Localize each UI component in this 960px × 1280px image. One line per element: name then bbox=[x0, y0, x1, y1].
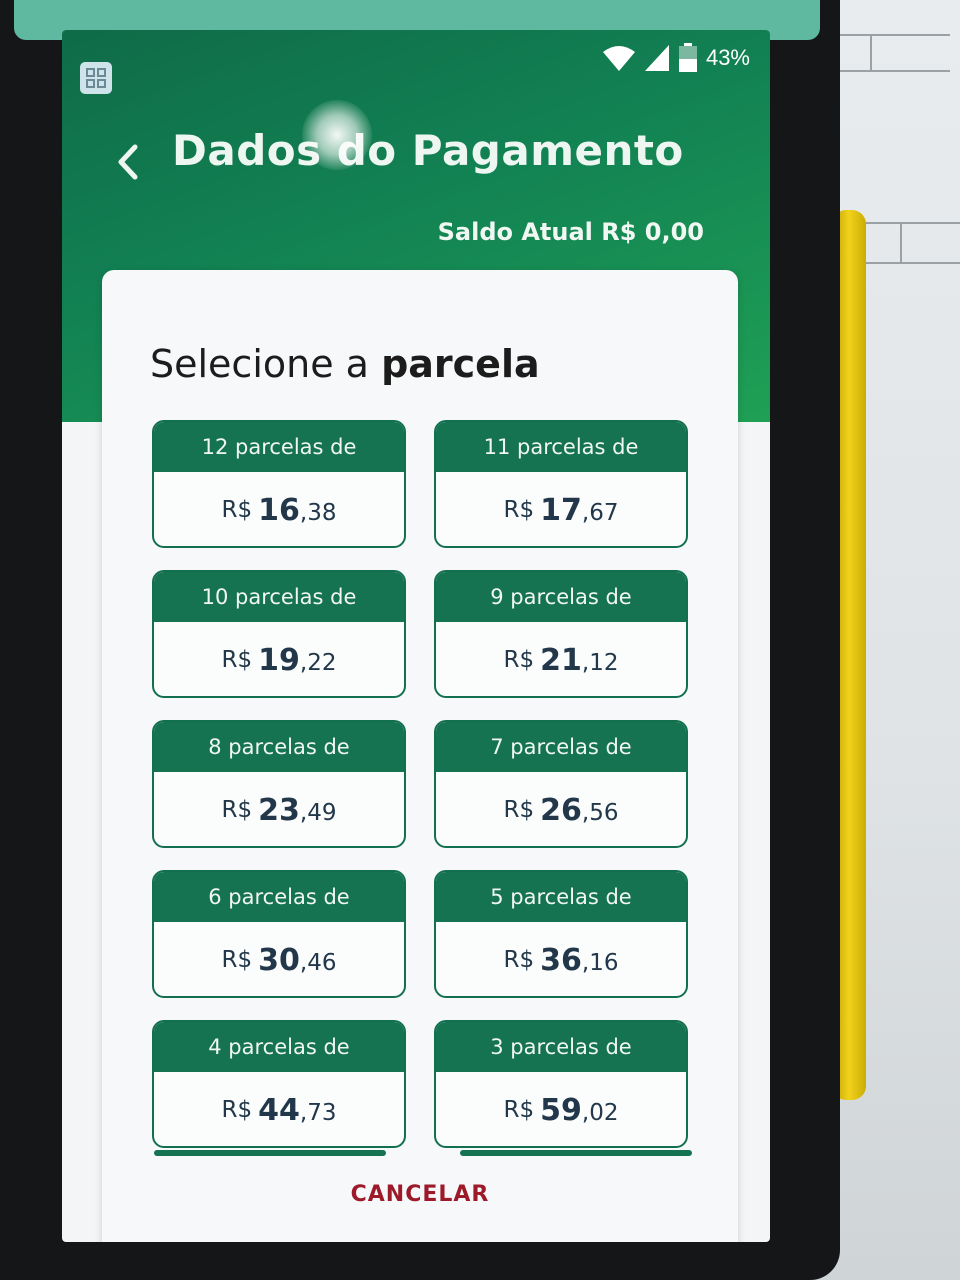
installment-option-10[interactable]: 10 parcelas de R$ 19,22 bbox=[152, 570, 406, 698]
option-cents: ,56 bbox=[581, 799, 619, 826]
option-integer: 59 bbox=[540, 1092, 582, 1128]
card-title-emphasis: parcela bbox=[381, 342, 540, 386]
status-bar: 43% bbox=[602, 43, 750, 72]
option-value: R$ 36,16 bbox=[436, 922, 686, 996]
installment-option-3[interactable]: 3 parcelas de R$ 59,02 bbox=[434, 1020, 688, 1148]
option-currency: R$ bbox=[221, 497, 253, 523]
option-currency: R$ bbox=[221, 797, 253, 823]
installment-option-4[interactable]: 4 parcelas de R$ 44,73 bbox=[152, 1020, 406, 1148]
option-integer: 17 bbox=[540, 492, 582, 528]
option-integer: 26 bbox=[540, 792, 582, 828]
option-label: 3 parcelas de bbox=[436, 1022, 686, 1072]
option-value: R$ 59,02 bbox=[436, 1072, 686, 1146]
installment-option-11[interactable]: 11 parcelas de R$ 17,67 bbox=[434, 420, 688, 548]
option-cents: ,67 bbox=[581, 499, 619, 526]
paper-rule bbox=[830, 70, 950, 72]
card-title-prefix: Selecione a bbox=[150, 342, 369, 386]
option-cents: ,46 bbox=[299, 949, 337, 976]
option-currency: R$ bbox=[221, 1097, 253, 1123]
option-cents: ,49 bbox=[299, 799, 337, 826]
option-label: 8 parcelas de bbox=[154, 722, 404, 772]
option-label: 11 parcelas de bbox=[436, 422, 686, 472]
option-label: 7 parcelas de bbox=[436, 722, 686, 772]
paper-rule bbox=[870, 34, 872, 72]
installment-grid: 12 parcelas de R$ 16,38 11 parcelas de R… bbox=[152, 420, 696, 1148]
option-cents: ,22 bbox=[299, 649, 337, 676]
installment-option-7[interactable]: 7 parcelas de R$ 26,56 bbox=[434, 720, 688, 848]
option-value: R$ 17,67 bbox=[436, 472, 686, 546]
option-label: 12 parcelas de bbox=[154, 422, 404, 472]
option-integer: 16 bbox=[258, 492, 300, 528]
option-currency: R$ bbox=[221, 647, 253, 673]
page-title: Dados do Pagamento bbox=[172, 126, 684, 175]
screen: 43% Dados do Pagamento Saldo Atual R$ 0,… bbox=[62, 30, 770, 1242]
next-option-edge[interactable] bbox=[154, 1150, 386, 1156]
option-integer: 44 bbox=[258, 1092, 300, 1128]
option-integer: 21 bbox=[540, 642, 582, 678]
option-value: R$ 16,38 bbox=[154, 472, 404, 546]
card-title: Selecione a parcela bbox=[150, 342, 540, 386]
option-value: R$ 44,73 bbox=[154, 1072, 404, 1146]
option-value: R$ 30,46 bbox=[154, 922, 404, 996]
option-value: R$ 26,56 bbox=[436, 772, 686, 846]
option-cents: ,12 bbox=[581, 649, 619, 676]
option-cents: ,38 bbox=[299, 499, 337, 526]
option-label: 10 parcelas de bbox=[154, 572, 404, 622]
balance-text: Saldo Atual R$ 0,00 bbox=[437, 218, 704, 246]
option-label: 5 parcelas de bbox=[436, 872, 686, 922]
option-currency: R$ bbox=[503, 947, 535, 973]
option-integer: 23 bbox=[258, 792, 300, 828]
option-label: 4 parcelas de bbox=[154, 1022, 404, 1072]
light-glare bbox=[302, 100, 372, 170]
wifi-icon bbox=[602, 46, 635, 71]
option-cents: ,02 bbox=[581, 1099, 619, 1126]
back-button[interactable] bbox=[112, 140, 142, 184]
option-integer: 36 bbox=[540, 942, 582, 978]
app-grid-icon[interactable] bbox=[80, 62, 112, 94]
phone-body: 43% Dados do Pagamento Saldo Atual R$ 0,… bbox=[0, 0, 840, 1280]
option-value: R$ 21,12 bbox=[436, 622, 686, 696]
installment-card: Selecione a parcela 12 parcelas de R$ 16… bbox=[102, 270, 738, 1242]
option-currency: R$ bbox=[503, 1097, 535, 1123]
option-currency: R$ bbox=[503, 797, 535, 823]
installment-option-12[interactable]: 12 parcelas de R$ 16,38 bbox=[152, 420, 406, 548]
installment-option-6[interactable]: 6 parcelas de R$ 30,46 bbox=[152, 870, 406, 998]
installment-option-9[interactable]: 9 parcelas de R$ 21,12 bbox=[434, 570, 688, 698]
option-cents: ,16 bbox=[581, 949, 619, 976]
installment-option-5[interactable]: 5 parcelas de R$ 36,16 bbox=[434, 870, 688, 998]
paper-rule bbox=[830, 34, 950, 36]
option-currency: R$ bbox=[503, 647, 535, 673]
option-cents: ,73 bbox=[299, 1099, 337, 1126]
option-label: 6 parcelas de bbox=[154, 872, 404, 922]
option-integer: 19 bbox=[258, 642, 300, 678]
battery-percent: 43% bbox=[705, 45, 750, 70]
option-integer: 30 bbox=[258, 942, 300, 978]
option-currency: R$ bbox=[221, 947, 253, 973]
battery-icon bbox=[678, 43, 697, 72]
option-value: R$ 19,22 bbox=[154, 622, 404, 696]
paper-rule bbox=[900, 222, 902, 264]
cancel-button[interactable]: CANCELAR bbox=[102, 1182, 738, 1207]
option-label: 9 parcelas de bbox=[436, 572, 686, 622]
next-option-edge[interactable] bbox=[460, 1150, 692, 1156]
signal-icon bbox=[644, 45, 669, 71]
option-value: R$ 23,49 bbox=[154, 772, 404, 846]
chevron-left-icon bbox=[118, 144, 138, 180]
installment-option-8[interactable]: 8 parcelas de R$ 23,49 bbox=[152, 720, 406, 848]
option-currency: R$ bbox=[503, 497, 535, 523]
